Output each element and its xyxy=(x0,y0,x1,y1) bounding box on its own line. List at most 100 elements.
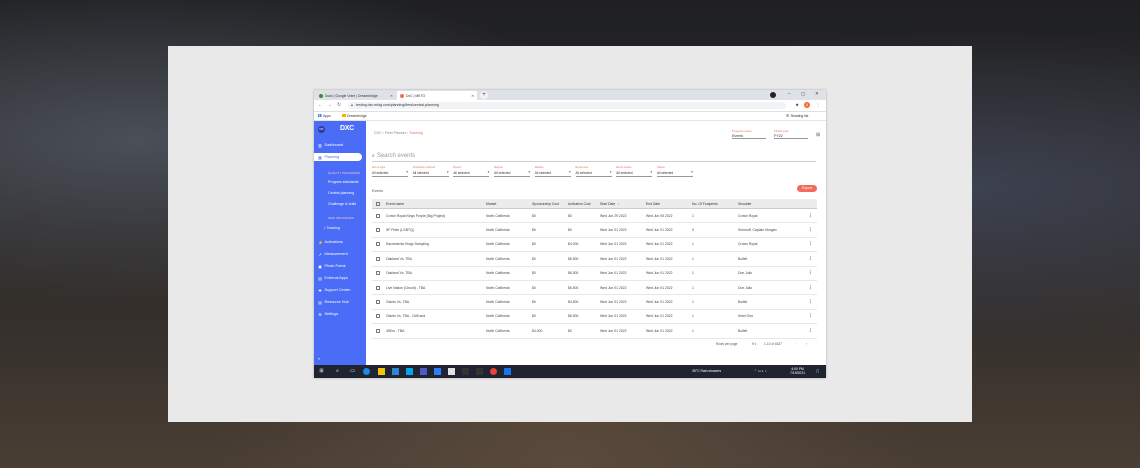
table-row[interactable]: Oakland Vs. TBA North California $0 $6,500 W… xyxy=(372,252,817,267)
select-all-checkbox[interactable] xyxy=(376,201,380,206)
row-checkbox[interactable] xyxy=(376,242,380,247)
sort-arrow-icon[interactable]: ↓ xyxy=(618,202,620,206)
filter-select[interactable]: Status All selected xyxy=(656,165,693,177)
row-menu-icon[interactable]: ⋮ xyxy=(808,299,813,305)
filter-select[interactable]: Brand All selected xyxy=(453,165,489,177)
close-tab-icon[interactable]: ✕ xyxy=(390,94,393,98)
column-header[interactable]: Shoulder xyxy=(738,202,752,206)
sidebar-item-planning[interactable]: ▦ Planning xyxy=(314,153,362,161)
browser-tab-dock[interactable]: Dock | Google Votre | Dreambridge ✕ xyxy=(316,91,396,100)
row-menu-icon[interactable]: ⋮ xyxy=(808,270,813,276)
clock[interactable]: 4:00 PM 7/19/2021 xyxy=(790,367,805,375)
filter-select[interactable]: Market All selected xyxy=(534,165,571,177)
next-page-icon[interactable]: › xyxy=(806,342,807,346)
row-menu-icon[interactable]: ⋮ xyxy=(808,227,813,233)
table-row[interactable]: Giants Vs. TBA North California $0 $4,500 We… xyxy=(372,295,817,310)
prev-page-icon[interactable]: ‹ xyxy=(795,342,796,346)
weather-widget[interactable]: 35°C Rain showers xyxy=(692,369,721,373)
forward-icon[interactable]: → xyxy=(327,102,332,108)
table-row[interactable]: SF Pride (LGBTQ) North California $0 $0 Wed … xyxy=(372,223,817,238)
notepad-icon[interactable] xyxy=(448,368,455,375)
table-row[interactable]: Live Nation (Circuit) - TBA North Califor… xyxy=(372,281,817,296)
browser-menu-icon[interactable]: ⋮ xyxy=(815,102,821,108)
table-row[interactable]: Crown Royal Kings Purple (Big Project) No… xyxy=(372,209,817,224)
rows-per-page-select[interactable]: 9 ▾ xyxy=(752,342,756,346)
windows-start-icon[interactable]: ⊞ xyxy=(318,368,325,375)
row-checkbox[interactable] xyxy=(376,271,380,276)
table-row[interactable]: Oakland Vs. TBA North California $0 $6,500 W… xyxy=(372,267,817,281)
puzzle-extensions-icon[interactable]: ✱ xyxy=(794,102,800,108)
extension-icon[interactable] xyxy=(770,92,776,98)
bookmark-apps[interactable]: Apps xyxy=(318,114,331,118)
breadcrumb-item[interactable]: DXC xyxy=(374,131,382,135)
row-menu-icon[interactable]: ⋮ xyxy=(808,213,813,219)
column-header[interactable]: Market xyxy=(486,202,496,206)
fiscal-year-select[interactable]: Fiscal year FY22 xyxy=(774,129,808,139)
reload-icon[interactable]: ↻ xyxy=(337,102,341,108)
row-checkbox[interactable] xyxy=(376,314,380,319)
terminal-icon[interactable] xyxy=(476,368,483,375)
profile-avatar[interactable]: A xyxy=(804,102,810,108)
sidebar-item-photo-portal[interactable]: ▣ Photo Portal xyxy=(318,262,362,270)
sidebar-item-activations[interactable]: ⚡ Activations xyxy=(318,238,362,246)
row-checkbox[interactable] xyxy=(376,228,380,233)
row-checkbox[interactable] xyxy=(376,213,380,218)
search-icon[interactable]: ⌕ xyxy=(334,368,341,375)
task-view-icon[interactable]: ▭ xyxy=(349,368,356,375)
filter-select[interactable]: Activation method All selected xyxy=(412,165,449,177)
url-input[interactable]: 🔒︎ testing.dxc.mktg.com/planning/tiers/c… xyxy=(348,102,786,109)
row-menu-icon[interactable]: ⋮ xyxy=(808,285,813,291)
sidebar-item-external-apps[interactable]: ▤ External Apps xyxy=(318,274,362,282)
notifications-icon[interactable]: ▢ xyxy=(816,369,819,373)
row-menu-icon[interactable]: ⋮ xyxy=(808,313,813,319)
table-row[interactable]: Sacramento Kings Sampling North Californi… xyxy=(372,238,817,253)
table-row[interactable]: Giants Vs. TBA - 10/8 and North Californi… xyxy=(372,310,817,325)
sidebar-item-dashboard[interactable]: ▥ Dashboard xyxy=(318,141,362,149)
grid-view-icon[interactable]: ⊞ xyxy=(816,132,820,138)
column-header[interactable]: Start Date xyxy=(600,202,615,206)
column-header[interactable]: Event name xyxy=(386,202,404,206)
sidebar-item-resource-hub[interactable]: ▤ Resource Hub xyxy=(318,298,362,306)
column-header[interactable]: No. Of Footprints xyxy=(692,202,718,206)
back-icon[interactable]: ← xyxy=(318,102,323,108)
new-tab-button[interactable]: + xyxy=(480,91,488,99)
row-checkbox[interactable] xyxy=(376,328,380,333)
chrome-icon[interactable] xyxy=(490,368,497,375)
file-explorer-icon[interactable] xyxy=(378,368,385,375)
row-menu-icon[interactable]: ⋮ xyxy=(808,256,813,262)
sidebar-item-support-center[interactable]: ✚ Support Center xyxy=(318,286,362,294)
bookmark-dreambridge[interactable]: Dreambridge xyxy=(342,114,367,118)
filter-select[interactable]: Region All selected xyxy=(494,165,530,177)
terminal-icon[interactable] xyxy=(462,368,469,375)
export-button[interactable]: Export xyxy=(797,185,817,192)
collapse-sidebar-icon[interactable]: « xyxy=(318,356,320,361)
skype-icon[interactable] xyxy=(406,368,413,375)
sidebar-item-measurement[interactable]: ↗ Measurement xyxy=(318,250,362,258)
program-name-select[interactable]: Program name Events xyxy=(732,129,766,139)
table-row[interactable]: 49Ers - TBA North California $4,000 $0 Wed J… xyxy=(372,324,817,339)
filter-select[interactable]: Event status All selected xyxy=(616,165,652,177)
column-header[interactable]: End Date xyxy=(646,202,660,206)
close-tab-icon[interactable]: ✕ xyxy=(471,94,474,98)
tray-icons[interactable]: ⌃ ▭ ◐ ♪ xyxy=(754,369,767,373)
edge-icon[interactable] xyxy=(363,368,370,375)
teams-icon[interactable] xyxy=(420,368,427,375)
row-checkbox[interactable] xyxy=(376,300,380,305)
filter-select[interactable]: Event type All selected xyxy=(372,165,408,177)
vscode-icon[interactable] xyxy=(434,368,441,375)
row-checkbox[interactable] xyxy=(376,256,380,261)
column-header[interactable]: Activation Cost xyxy=(568,202,591,206)
row-menu-icon[interactable]: ⋮ xyxy=(808,328,813,334)
breadcrumb-item[interactable]: Fiest Planner xyxy=(385,131,406,135)
store-icon[interactable] xyxy=(392,368,399,375)
reading-list[interactable]: ☰ Reading list xyxy=(786,114,808,118)
browser-tab-dxc[interactable]: DxC | MKTG ✕ xyxy=(397,91,477,100)
minimize-icon[interactable]: – xyxy=(788,91,791,96)
user-avatar[interactable]: DF xyxy=(318,126,325,133)
maximize-icon[interactable]: ▢ xyxy=(801,91,805,97)
sidebar-subitem-central-planning[interactable]: Central planning xyxy=(328,191,354,195)
column-header[interactable]: Sponsorship Cost xyxy=(532,202,559,206)
filter-select[interactable]: Enterprise All selected xyxy=(575,165,612,177)
search-input[interactable]: ⌕ Search events xyxy=(372,151,816,162)
sidebar-subitem-tracking[interactable]: • Tracking xyxy=(324,226,340,230)
